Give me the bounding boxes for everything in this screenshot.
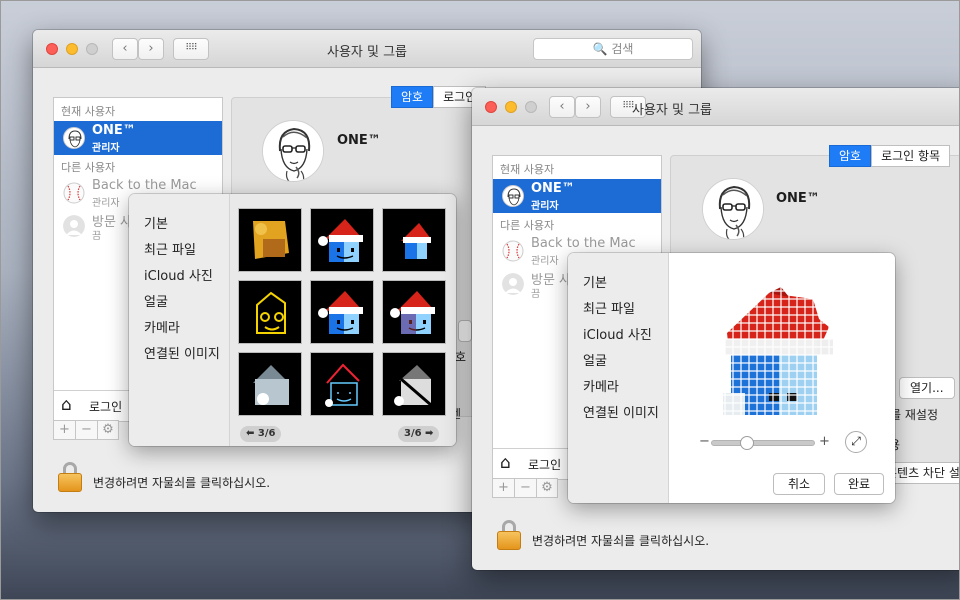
user-list-toolbar: + − ⚙ xyxy=(53,420,119,440)
other-users-label: 다른 사용자 xyxy=(61,161,116,174)
zoom-in-icon: + xyxy=(819,434,830,449)
picture-source-menu: 기본 최근 파일 iCloud 사진 얼굴 카메라 연결된 이미지 xyxy=(568,253,669,503)
picture-source-menu: 기본 최근 파일 iCloud 사진 얼굴 카메라 연결된 이미지 xyxy=(129,194,230,446)
login-options-label: 로그인 xyxy=(89,400,123,414)
add-user-button[interactable]: + xyxy=(492,478,514,498)
account-name: ONE™ xyxy=(776,191,820,206)
account-name: ONE™ xyxy=(337,133,381,148)
picture-editor-canvas: − + ⤢ 취소 완료 xyxy=(669,253,895,503)
menu-item-linked-images[interactable]: 연결된 이미지 xyxy=(583,402,659,421)
menu-item-defaults[interactable]: 기본 xyxy=(144,213,168,232)
baseball-icon xyxy=(63,182,85,204)
tab-login-items[interactable]: 로그인 항목 xyxy=(871,145,951,167)
open-button[interactable]: 열기... xyxy=(899,377,955,399)
remove-user-button[interactable]: − xyxy=(514,478,536,498)
menu-item-defaults[interactable]: 기본 xyxy=(583,272,607,291)
menu-item-faces[interactable]: 얼굴 xyxy=(583,350,607,369)
other-users-label: 다른 사용자 xyxy=(500,219,555,232)
current-users-label: 현재 사용자 xyxy=(61,105,116,118)
guest-user-icon xyxy=(502,273,524,295)
tab-password[interactable]: 암호 xyxy=(829,145,872,167)
menu-item-recents[interactable]: 최근 파일 xyxy=(144,239,196,258)
menu-item-linked-images[interactable]: 연결된 이미지 xyxy=(144,343,220,362)
lock-icon[interactable] xyxy=(58,462,84,494)
zoom-out-icon: − xyxy=(699,434,710,449)
user-picture[interactable] xyxy=(262,120,324,182)
picture-thumb[interactable] xyxy=(310,280,374,344)
lock-hint: 변경하려면 자물쇠를 클릭하십시오. xyxy=(532,534,710,548)
user-role: 끔 xyxy=(92,231,102,242)
gear-icon[interactable]: ⚙ xyxy=(97,420,119,440)
picture-picker-popover: 기본 최근 파일 iCloud 사진 얼굴 카메라 연결된 이미지 ⬅ 3/6 xyxy=(129,194,456,446)
lock-icon[interactable] xyxy=(497,520,523,552)
window-title: 사용자 및 그룹 xyxy=(631,103,713,118)
cancel-button[interactable]: 취소 xyxy=(773,473,825,495)
next-page-button[interactable]: 3/6 ➡ xyxy=(398,426,440,442)
picture-thumb[interactable] xyxy=(238,208,302,272)
zoom-track xyxy=(711,440,815,446)
menu-item-icloud-photos[interactable]: iCloud 사진 xyxy=(583,324,652,343)
user-picture[interactable] xyxy=(702,178,764,240)
user-list-toolbar: + − ⚙ xyxy=(492,478,558,498)
picture-thumb[interactable] xyxy=(382,208,446,272)
menu-item-faces[interactable]: 얼굴 xyxy=(144,291,168,310)
search-input[interactable]: 🔍 검색 xyxy=(533,38,693,60)
zoom-slider[interactable]: − + xyxy=(691,433,841,453)
user-name: Back to the Mac xyxy=(92,178,197,193)
user-role: 관리자 xyxy=(531,256,559,267)
house-icon: ⌂ xyxy=(61,395,72,415)
add-user-button[interactable]: + xyxy=(53,420,75,440)
user-role: 끔 xyxy=(531,289,541,300)
login-options-label: 로그인 xyxy=(528,458,562,472)
picture-thumb[interactable] xyxy=(238,352,302,416)
zoom-knob[interactable] xyxy=(740,436,755,450)
title-bar[interactable]: ‹ › ⠿⠿ 사용자 및 그룹 xyxy=(472,88,960,126)
prev-page-button[interactable]: ⬅ 3/6 xyxy=(240,426,282,442)
picture-thumb[interactable] xyxy=(382,280,446,344)
tab-password[interactable]: 암호 xyxy=(391,86,434,108)
user-role: 관리자 xyxy=(92,143,120,154)
picture-editor-popover: 기본 최근 파일 iCloud 사진 얼굴 카메라 연결된 이미지 − + ⤢ … xyxy=(568,253,895,503)
lock-hint: 변경하려면 자물쇠를 클릭하십시오. xyxy=(93,476,271,490)
avatar xyxy=(502,185,524,207)
house-icon: ⌂ xyxy=(500,453,511,473)
picture-thumb[interactable] xyxy=(310,352,374,416)
baseball-icon xyxy=(502,240,524,262)
title-bar[interactable]: ‹ › ⠿⠿ 사용자 및 그룹 🔍 검색 xyxy=(33,30,701,68)
user-role: 관리자 xyxy=(92,198,120,209)
guest-user-icon xyxy=(63,215,85,237)
picture-thumb[interactable] xyxy=(310,208,374,272)
remove-user-button[interactable]: − xyxy=(75,420,97,440)
user-role: 관리자 xyxy=(531,201,559,212)
picture-thumb[interactable] xyxy=(382,352,446,416)
finder-santa-preview[interactable] xyxy=(709,283,849,423)
menu-item-recents[interactable]: 최근 파일 xyxy=(583,298,635,317)
fit-image-icon[interactable]: ⤢ xyxy=(845,431,867,453)
user-name: Back to the Mac xyxy=(531,236,636,251)
pane-tabs: 암호 로그인 항목 xyxy=(829,145,951,167)
menu-item-camera[interactable]: 카메라 xyxy=(583,376,619,395)
reset-password-stub: 호 xyxy=(455,350,467,364)
done-button[interactable]: 완료 xyxy=(834,473,884,495)
picture-thumb[interactable] xyxy=(238,280,302,344)
menu-item-camera[interactable]: 카메라 xyxy=(144,317,180,336)
close-button[interactable] xyxy=(485,101,497,113)
avatar xyxy=(63,127,85,149)
current-users-label: 현재 사용자 xyxy=(500,163,555,176)
user-row-one[interactable]: ONE™ 관리자 xyxy=(493,179,661,213)
picture-grid: ⬅ 3/6 3/6 ➡ xyxy=(230,194,456,446)
user-name: ONE™ xyxy=(92,123,136,138)
user-name: ONE™ xyxy=(531,181,575,196)
menu-item-icloud-photos[interactable]: iCloud 사진 xyxy=(144,265,213,284)
gear-icon[interactable]: ⚙ xyxy=(536,478,558,498)
user-row-one[interactable]: ONE™ 관리자 xyxy=(54,121,222,155)
stub-button[interactable] xyxy=(458,320,472,342)
